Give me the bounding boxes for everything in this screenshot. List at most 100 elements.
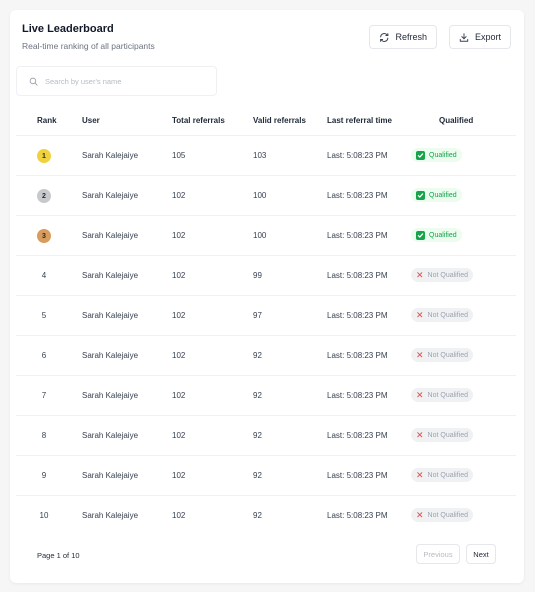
close-icon: ✕ xyxy=(416,309,424,320)
page-indicator: Page 1 of 10 xyxy=(37,551,80,560)
total-referrals-cell: 102 xyxy=(172,231,186,240)
rank-cell: 8 xyxy=(41,431,47,440)
table-row: 8 Sarah Kalejaiye 102 92 Last: 5:08:23 PM ✕ No… xyxy=(16,416,516,456)
total-referrals-cell: 102 xyxy=(172,431,186,440)
rank-cell: 6 xyxy=(41,351,47,360)
table-row: 1 Sarah Kalejaiye 105 103 Last: 5:08:23 PM Qu… xyxy=(16,136,516,176)
user-cell: Sarah Kalejaiye xyxy=(82,351,139,360)
status-badge-label: Qualified xyxy=(429,231,457,239)
previous-button[interactable]: Previous xyxy=(416,544,460,564)
last-referral-time-cell: Last: 5:08:23 PM xyxy=(327,511,388,520)
status-badge: Qualified xyxy=(411,148,462,162)
table-body: 1 Sarah Kalejaiye 105 103 Last: 5:08:23 PM Qu… xyxy=(16,136,516,536)
column-header-valid-referrals: Valid referrals xyxy=(253,116,306,125)
user-cell: Sarah Kalejaiye xyxy=(82,511,139,520)
qualified-cell: ✕ Not Qualified xyxy=(411,268,474,282)
status-badge-label: Not Qualified xyxy=(427,511,469,519)
valid-referrals-cell: 103 xyxy=(253,151,267,160)
last-referral-time-cell: Last: 5:08:23 PM xyxy=(327,431,388,440)
export-label: Export xyxy=(474,32,501,42)
status-badge-label: Qualified xyxy=(429,151,457,159)
qualified-cell: ✕ Not Qualified xyxy=(411,308,474,322)
close-icon: ✕ xyxy=(416,509,424,520)
refresh-icon xyxy=(380,32,389,42)
status-badge: Qualified xyxy=(411,228,462,242)
last-referral-time-cell: Last: 5:08:23 PM xyxy=(327,391,388,400)
user-cell: Sarah Kalejaiye xyxy=(82,231,139,240)
valid-referrals-cell: 100 xyxy=(253,191,267,200)
status-badge-label: Not Qualified xyxy=(427,351,469,359)
table-row: 2 Sarah Kalejaiye 102 100 Last: 5:08:23 PM Qu… xyxy=(16,176,516,216)
last-referral-time-cell: Last: 5:08:23 PM xyxy=(327,151,388,160)
qualified-cell: ✕ Not Qualified xyxy=(411,348,474,362)
user-cell: Sarah Kalejaiye xyxy=(82,271,139,280)
rank-cell: 9 xyxy=(41,471,47,480)
qualified-cell: ✕ Not Qualified xyxy=(411,508,474,522)
user-cell: Sarah Kalejaiye xyxy=(82,151,139,160)
table-row: 5 Sarah Kalejaiye 102 97 Last: 5:08:23 PM ✕ No… xyxy=(16,296,516,336)
status-badge-label: Not Qualified xyxy=(427,391,469,399)
status-badge-label: Not Qualified xyxy=(427,471,469,479)
status-badge: ✕ Not Qualified xyxy=(411,388,474,402)
close-icon: ✕ xyxy=(416,269,424,280)
status-badge-label: Not Qualified xyxy=(427,311,469,319)
qualified-cell: Qualified xyxy=(411,228,462,242)
column-header-last-referral-time: Last referral time xyxy=(327,116,392,125)
total-referrals-cell: 102 xyxy=(172,311,186,320)
close-icon: ✕ xyxy=(416,429,424,440)
status-badge: ✕ Not Qualified xyxy=(411,508,474,522)
total-referrals-cell: 102 xyxy=(172,471,186,480)
table-row: 3 Sarah Kalejaiye 102 100 Last: 5:08:23 PM Qu… xyxy=(16,216,516,256)
check-icon xyxy=(416,150,425,160)
total-referrals-cell: 105 xyxy=(172,151,186,160)
download-icon xyxy=(459,32,469,42)
check-icon xyxy=(416,230,425,240)
table-row: 4 Sarah Kalejaiye 102 99 Last: 5:08:23 PM ✕ No… xyxy=(16,256,516,296)
status-badge: ✕ Not Qualified xyxy=(411,468,474,482)
qualified-cell: ✕ Not Qualified xyxy=(411,388,474,402)
qualified-cell: Qualified xyxy=(411,188,462,202)
valid-referrals-cell: 97 xyxy=(253,311,262,320)
rank-cell: 5 xyxy=(41,311,47,320)
rank-medal: 1 xyxy=(37,149,51,163)
column-header-total-referrals: Total referrals xyxy=(172,116,225,125)
rank-cell: 4 xyxy=(41,271,47,280)
valid-referrals-cell: 99 xyxy=(253,271,262,280)
qualified-cell: Qualified xyxy=(411,148,462,162)
qualified-cell: ✕ Not Qualified xyxy=(411,428,474,442)
valid-referrals-cell: 92 xyxy=(253,351,262,360)
last-referral-time-cell: Last: 5:08:23 PM xyxy=(327,351,388,360)
status-badge: ✕ Not Qualified xyxy=(411,268,474,282)
check-icon xyxy=(416,190,425,200)
leaderboard-card: Live Leaderboard Real-time ranking of al… xyxy=(10,10,524,583)
table-row: 6 Sarah Kalejaiye 102 92 Last: 5:08:23 PM ✕ No… xyxy=(16,336,516,376)
total-referrals-cell: 102 xyxy=(172,351,186,360)
search-box xyxy=(16,66,217,96)
status-badge: Qualified xyxy=(411,188,462,202)
table-header: Rank User Total referrals Valid referral… xyxy=(16,110,516,136)
close-icon: ✕ xyxy=(416,469,424,480)
page-subtitle: Real-time ranking of all participants xyxy=(22,41,155,51)
close-icon: ✕ xyxy=(416,389,424,400)
status-badge: ✕ Not Qualified xyxy=(411,308,474,322)
page-title: Live Leaderboard xyxy=(22,23,114,35)
total-referrals-cell: 102 xyxy=(172,271,186,280)
refresh-button[interactable]: Refresh xyxy=(369,25,437,49)
valid-referrals-cell: 92 xyxy=(253,511,262,520)
user-cell: Sarah Kalejaiye xyxy=(82,311,139,320)
rank-cell: 7 xyxy=(41,391,47,400)
total-referrals-cell: 102 xyxy=(172,391,186,400)
table-row: 10 Sarah Kalejaiye 102 92 Last: 5:08:23 PM ✕ N… xyxy=(16,496,516,536)
close-icon: ✕ xyxy=(416,349,424,360)
user-cell: Sarah Kalejaiye xyxy=(82,471,139,480)
status-badge: ✕ Not Qualified xyxy=(411,428,474,442)
user-cell: Sarah Kalejaiye xyxy=(82,391,139,400)
rank-medal: 2 xyxy=(37,189,51,203)
user-cell: Sarah Kalejaiye xyxy=(82,431,139,440)
search-input[interactable] xyxy=(45,76,205,86)
next-button[interactable]: Next xyxy=(466,544,496,564)
export-button[interactable]: Export xyxy=(449,25,511,49)
column-header-qualified: Qualified xyxy=(439,116,474,125)
last-referral-time-cell: Last: 5:08:23 PM xyxy=(327,471,388,480)
total-referrals-cell: 102 xyxy=(172,511,186,520)
